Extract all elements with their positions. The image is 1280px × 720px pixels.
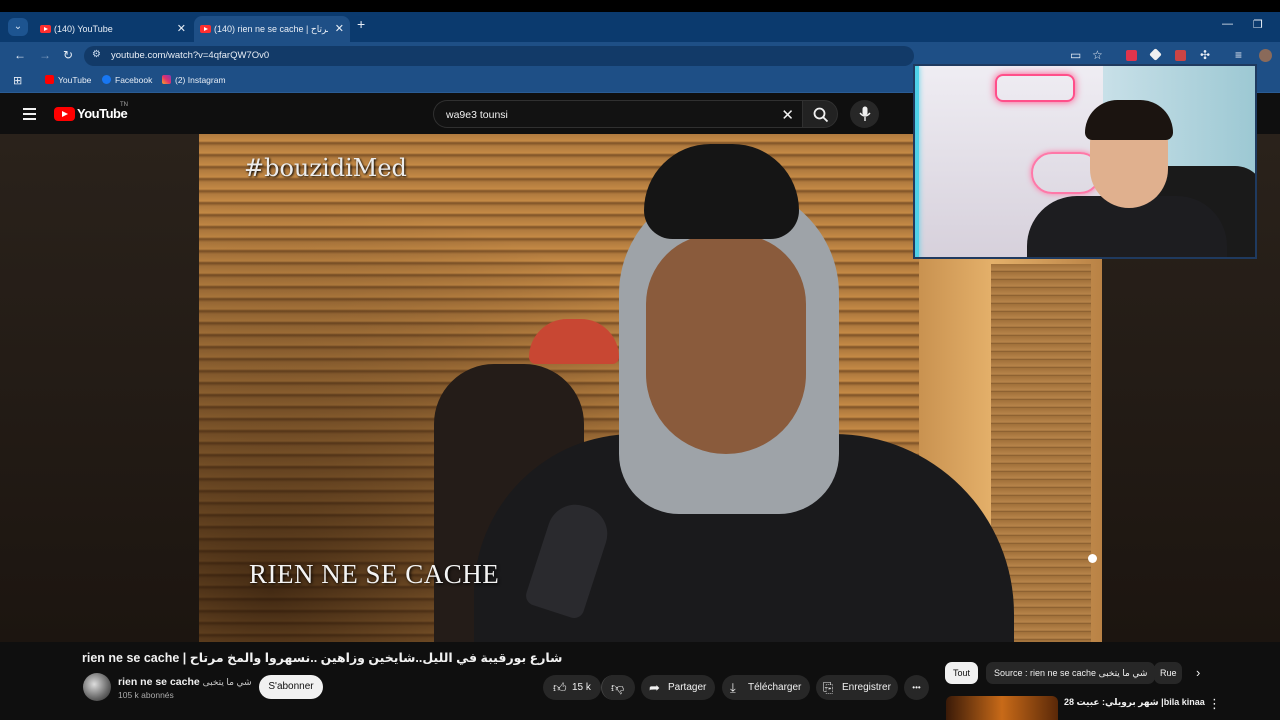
channel-name-arabic: شي ما يتخبى <box>202 677 252 687</box>
chip-label: Rue <box>1160 668 1177 678</box>
screen-top-edge <box>0 0 1280 12</box>
download-button[interactable]: ⤓ Télécharger <box>722 675 810 700</box>
search-button[interactable] <box>802 100 838 128</box>
thumbs-down-icon: 👎︎ <box>611 680 625 695</box>
menu-hamburger-icon[interactable] <box>23 108 36 123</box>
youtube-play-icon <box>54 107 75 121</box>
youtube-wordmark: YouTube <box>77 106 128 121</box>
save-label: Enregistrer <box>842 682 891 693</box>
chevron-right-icon[interactable]: › <box>1196 665 1200 680</box>
subscriber-count: 105 k abonnés <box>118 690 174 700</box>
browser-tab-strip: ⌄ (140) YouTube ✕ (140) rien ne se cache… <box>0 12 1280 42</box>
download-label: Télécharger <box>748 682 802 693</box>
restore-icon[interactable]: ❐ <box>1253 18 1263 31</box>
region-code: TN <box>120 102 128 108</box>
bookmark-label: Facebook <box>115 75 153 85</box>
download-icon: ⤓ <box>730 680 736 695</box>
tab-label: (140) rien ne se cache | شارع بورقيبة في… <box>214 24 328 34</box>
minimize-icon[interactable]: — <box>1222 18 1233 30</box>
recommended-thumbnail[interactable] <box>946 696 1058 720</box>
chip-rue[interactable]: Rue <box>1154 662 1182 684</box>
chip-all[interactable]: Tout <box>945 662 979 684</box>
tab-youtube-home[interactable]: (140) YouTube ✕ <box>34 16 192 42</box>
video-title: rien ne se cache | شارع بورقيبة في الليل… <box>82 651 563 665</box>
more-actions-button[interactable]: ••• <box>904 675 929 700</box>
video-details: rien ne se cache | شارع بورقيبة في الليل… <box>0 642 1280 720</box>
extension-briefcase-icon[interactable] <box>1175 50 1186 61</box>
tab-close-icon[interactable]: ✕ <box>177 16 186 42</box>
youtube-favicon-icon <box>200 25 211 33</box>
neon-rifle-sign <box>995 74 1075 102</box>
recommended-title[interactable]: 28 شهر برويلي: عبيت |bila kinaa <box>1064 697 1205 708</box>
youtube-favicon-icon <box>40 25 51 33</box>
bookmark-label: (2) Instagram <box>175 75 226 85</box>
channel-name[interactable]: rien ne se cache شي ما يتخبى <box>118 676 252 688</box>
dislike-button[interactable]: 👎︎ <box>601 675 635 700</box>
kebab-menu-icon[interactable]: ⋮ <box>1208 696 1221 712</box>
tab-label: (140) YouTube <box>54 24 113 34</box>
subscribe-button[interactable]: S'abonner <box>259 675 323 699</box>
channel-name-latin: rien ne se cache <box>118 676 200 688</box>
share-label: Partager <box>668 682 707 693</box>
bookmark-facebook[interactable]: Facebook <box>102 75 152 85</box>
microphone-icon <box>859 106 871 121</box>
cast-icon[interactable]: ▭ <box>1070 48 1081 62</box>
search-icon <box>813 107 829 123</box>
webcam-glow <box>915 66 919 257</box>
extension-diamond-icon[interactable] <box>1149 48 1162 61</box>
bookmark-star-icon[interactable]: ☆ <box>1092 48 1103 62</box>
bookmark-youtube[interactable]: YouTube <box>45 75 91 85</box>
reload-icon[interactable]: ↻ <box>63 48 73 62</box>
new-tab-button[interactable]: + <box>357 16 365 32</box>
streamer-hair <box>1085 100 1173 140</box>
more-icon: ••• <box>912 683 921 692</box>
save-button[interactable]: ⎘ Enregistrer <box>816 675 898 700</box>
back-arrow-icon[interactable]: ← <box>14 48 26 62</box>
tab-search-button[interactable]: ⌄ <box>8 18 28 36</box>
extensions-puzzle-icon[interactable]: ✣ <box>1200 48 1210 62</box>
search-input[interactable]: wa9e3 tounsi ✕ <box>433 100 802 128</box>
share-arrow-icon: ➦ <box>649 680 660 695</box>
bookmark-instagram[interactable]: (2) Instagram <box>162 75 226 85</box>
clear-search-icon[interactable]: ✕ <box>781 106 794 124</box>
like-button[interactable]: 👍︎ 15 k <box>543 675 601 700</box>
video-hashtag-watermark: #bouzidiMed <box>244 154 407 182</box>
forward-arrow-icon[interactable]: → <box>39 48 51 62</box>
url-text: youtube.com/watch?v=4qfarQW7Ov0 <box>111 50 270 61</box>
apps-grid-icon[interactable]: ⊞ <box>13 74 22 87</box>
profile-avatar[interactable] <box>1259 49 1272 62</box>
voice-search-button[interactable] <box>850 100 879 128</box>
ambient-left <box>0 134 199 642</box>
channel-avatar[interactable] <box>83 673 111 701</box>
facebook-icon <box>102 75 111 84</box>
bookmark-label: YouTube <box>58 75 92 85</box>
streamer-webcam <box>913 64 1257 259</box>
tab-video-active[interactable]: (140) rien ne se cache | شارع بورقيبة في… <box>194 16 350 42</box>
extension-red-icon[interactable] <box>1126 50 1137 61</box>
chip-source-channel[interactable]: Source : rien ne se cache شي ما يتخبى <box>986 662 1156 684</box>
share-button[interactable]: ➦ Partager <box>641 675 715 700</box>
tab-close-icon[interactable]: ✕ <box>335 16 344 42</box>
instagram-icon <box>162 75 171 84</box>
like-count: 15 k <box>572 682 591 693</box>
interviewee-face <box>646 234 806 454</box>
bookmark-save-icon: ⎘ <box>823 680 834 695</box>
site-info-icon[interactable]: ⚙ <box>92 49 101 60</box>
address-bar[interactable]: ⚙ youtube.com/watch?v=4qfarQW7Ov0 <box>84 46 914 66</box>
media-controls-icon[interactable]: ≡ <box>1235 48 1242 62</box>
youtube-icon <box>45 75 54 84</box>
thumbs-up-icon: 👍︎ <box>553 680 567 695</box>
mouse-cursor <box>1088 554 1097 563</box>
search-query: wa9e3 tounsi <box>446 109 508 121</box>
video-caption-watermark: RIEN NE SE CACHE <box>249 559 500 589</box>
